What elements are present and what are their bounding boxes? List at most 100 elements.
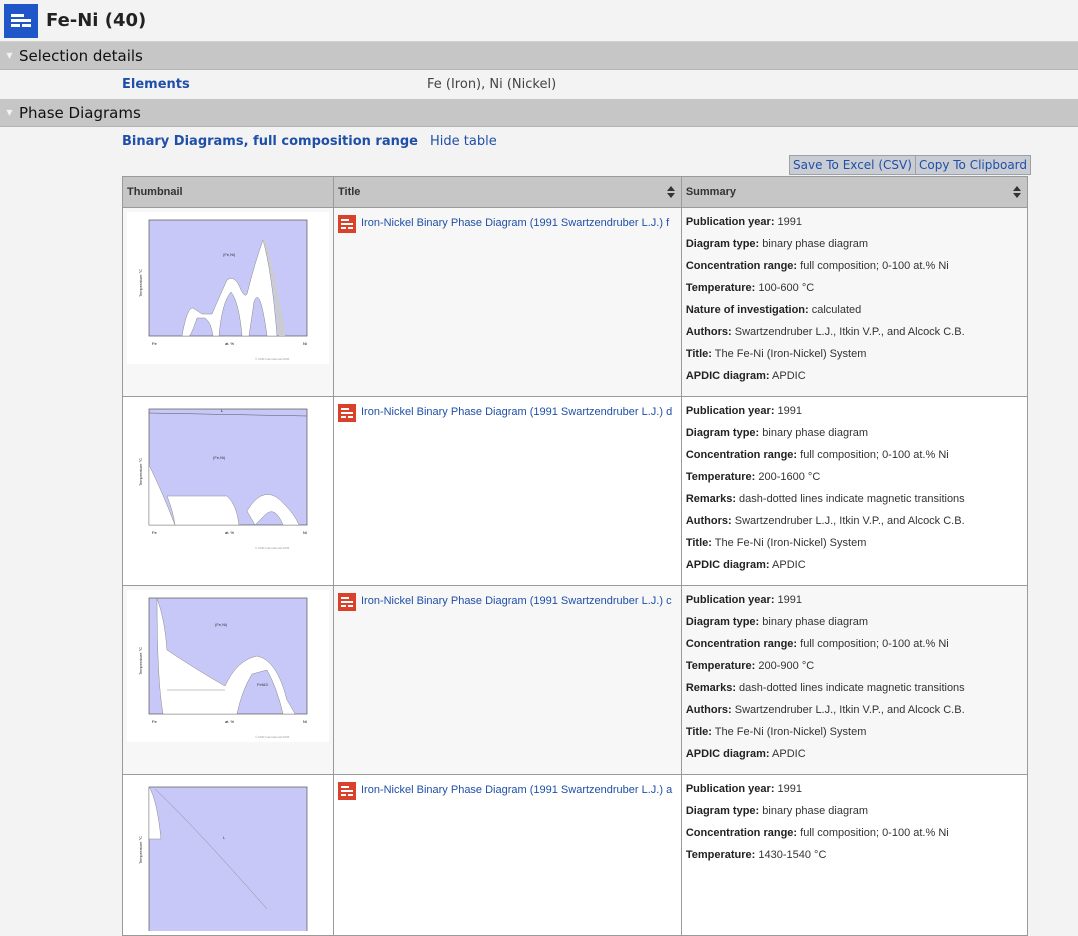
detail-row-elements: Elements Fe (Iron), Ni (Nickel) [0,70,1078,99]
summary-key: Temperature: [685,849,756,861]
title-cell: Iron-Nickel Binary Phase Diagram (1991 S… [333,774,682,936]
summary-key: Temperature: [685,471,756,483]
summary-line: Temperature: 100-600 °C [686,282,1023,294]
column-header-summary[interactable]: Summary [680,176,1029,208]
summary-line: Temperature: 200-900 °C [686,660,1023,672]
summary-key: Publication year: [685,594,775,606]
thumbnail-cell[interactable]: L Temperature °C [122,774,334,936]
document-list-icon [4,3,38,38]
thumbnail-cell[interactable]: (Fe,Ni) L Temperature °C at. % Fe Ni © ASM Int… [122,396,334,586]
summary-value: 100-600 °C [758,282,815,294]
summary-line: Temperature: 1430-1540 °C [686,849,1023,861]
title-cell: Iron-Nickel Binary Phase Diagram (1991 S… [333,396,682,586]
summary-key: Concentration range: [685,260,798,272]
summary-key: Diagram type: [685,427,760,439]
thumbnail-cell[interactable]: (Fe,Ni) FeNi3 Temperature °C at. % Fe Ni © ASM… [122,585,334,775]
pdf-document-icon[interactable] [338,404,356,422]
summary-key: APDIC diagram: [685,370,770,382]
diagram-thumbnail[interactable]: (Fe,Ni) Temperature °C at. % Fe Ni © ASM Inte… [127,212,329,364]
summary-line: Authors: Swartzendruber L.J., Itkin V.P.… [686,326,1023,338]
title-cell: Iron-Nickel Binary Phase Diagram (1991 S… [333,585,682,775]
summary-value: Swartzendruber L.J., Itkin V.P., and Alc… [734,704,965,716]
summary-line: Title: The Fe-Ni (Iron-Nickel) System [686,537,1023,549]
summary-key: Publication year: [685,405,775,417]
diagram-thumbnail[interactable]: L Temperature °C [127,779,329,931]
title-wrap: Iron-Nickel Binary Phase Diagram (1991 S… [338,782,677,800]
section-phase-diagrams[interactable]: ▼ Phase Diagrams [0,99,1078,127]
sort-icon[interactable] [666,186,675,198]
summary-value: full composition; 0-100 at.% Ni [800,260,949,272]
summary-value: dash-dotted lines indicate magnetic tran… [739,493,965,505]
diagram-thumbnail[interactable]: (Fe,Ni) FeNi3 Temperature °C at. % Fe Ni © ASM… [127,590,329,742]
detail-label[interactable]: Elements [122,77,427,92]
summary-value: binary phase diagram [762,238,869,250]
summary-cell: Publication year: 1991 Diagram type: bina… [680,774,1029,936]
column-header-label: Title [338,186,361,198]
table-row: (Fe,Ni) L Temperature °C at. % Fe Ni © ASM Int… [122,396,1029,586]
diagram-title-link[interactable]: Iron-Nickel Binary Phase Diagram (1991 S… [361,404,672,420]
summary-value: 1991 [777,216,803,228]
summary-line: APDIC diagram: APDIC [686,559,1023,571]
summary-line: Diagram type: binary phase diagram [686,427,1023,439]
export-toolbar: Save To Excel (CSV) Copy To Clipboard [0,155,1078,177]
pdf-document-icon[interactable] [338,593,356,611]
summary-key: Title: [685,348,712,360]
summary-line: Publication year: 1991 [686,594,1023,606]
summary-value: Swartzendruber L.J., Itkin V.P., and Alc… [734,326,965,338]
sort-icon[interactable] [1013,186,1021,198]
summary-line: Title: The Fe-Ni (Iron-Nickel) System [686,348,1023,360]
title-cell: Iron-Nickel Binary Phase Diagram (1991 S… [333,207,682,397]
section-title: Phase Diagrams [19,103,141,122]
summary-key: Title: [685,537,712,549]
summary-value: binary phase diagram [762,616,869,628]
summary-value: The Fe-Ni (Iron-Nickel) System [714,726,867,738]
svg-text:© ASM International 2006: © ASM International 2006 [255,546,290,550]
svg-text:(Fe,Ni): (Fe,Ni) [223,252,236,257]
svg-text:Ni: Ni [303,530,307,535]
save-excel-button[interactable]: Save To Excel (CSV) [789,155,916,175]
summary-line: Remarks: dash-dotted lines indicate magn… [686,682,1023,694]
svg-text:FeNi3: FeNi3 [257,682,268,687]
summary-key: Nature of investigation: [685,304,809,316]
summary-value: calculated [811,304,862,316]
hide-table-link[interactable]: Hide table [430,134,497,149]
summary-key: Diagram type: [685,805,760,817]
thumbnail-cell[interactable]: (Fe,Ni) Temperature °C at. % Fe Ni © ASM Inte… [122,207,334,397]
section-selection-details[interactable]: ▼ Selection details [0,42,1078,70]
summary-value: Swartzendruber L.J., Itkin V.P., and Alc… [734,515,965,527]
column-header-label: Summary [685,186,736,198]
summary-line: Diagram type: binary phase diagram [686,616,1023,628]
summary-key: Temperature: [685,660,756,672]
summary-value: APDIC [772,370,806,382]
detail-value: Fe (Iron), Ni (Nickel) [427,77,557,92]
svg-text:© ASM International 2006: © ASM International 2006 [255,357,290,361]
diagram-title-link[interactable]: Iron-Nickel Binary Phase Diagram (1991 S… [361,593,672,609]
summary-key: Publication year: [685,216,775,228]
diagram-thumbnail[interactable]: (Fe,Ni) L Temperature °C at. % Fe Ni © ASM Int… [127,401,329,553]
svg-text:Ni: Ni [303,719,307,724]
diagram-title-link[interactable]: Iron-Nickel Binary Phase Diagram (1991 S… [361,782,672,798]
summary-value: 1991 [777,405,803,417]
summary-key: Remarks: [685,682,736,694]
summary-line: Diagram type: binary phase diagram [686,238,1023,250]
copy-clipboard-button[interactable]: Copy To Clipboard [915,155,1032,175]
column-header-thumbnail[interactable]: Thumbnail [122,176,334,208]
diagram-title-link[interactable]: Iron-Nickel Binary Phase Diagram (1991 S… [361,215,669,231]
svg-text:Temperature °C: Temperature °C [138,269,143,297]
svg-text:at. %: at. % [225,719,235,724]
title-wrap: Iron-Nickel Binary Phase Diagram (1991 S… [338,215,677,233]
summary-value: full composition; 0-100 at.% Ni [800,827,949,839]
summary-line: Concentration range: full composition; 0… [686,449,1023,461]
summary-line: Publication year: 1991 [686,783,1023,795]
pdf-document-icon[interactable] [338,782,356,800]
summary-line: Temperature: 200-1600 °C [686,471,1023,483]
summary-key: APDIC diagram: [685,748,770,760]
summary-value: 200-900 °C [758,660,815,672]
summary-line: Authors: Swartzendruber L.J., Itkin V.P.… [686,704,1023,716]
subsection-title[interactable]: Binary Diagrams, full composition range [122,134,430,149]
subsection-header: Binary Diagrams, full composition range … [0,127,1078,155]
svg-text:(Fe,Ni): (Fe,Ni) [215,622,228,627]
column-header-title[interactable]: Title [333,176,682,208]
pdf-document-icon[interactable] [338,215,356,233]
summary-line: Remarks: dash-dotted lines indicate magn… [686,493,1023,505]
